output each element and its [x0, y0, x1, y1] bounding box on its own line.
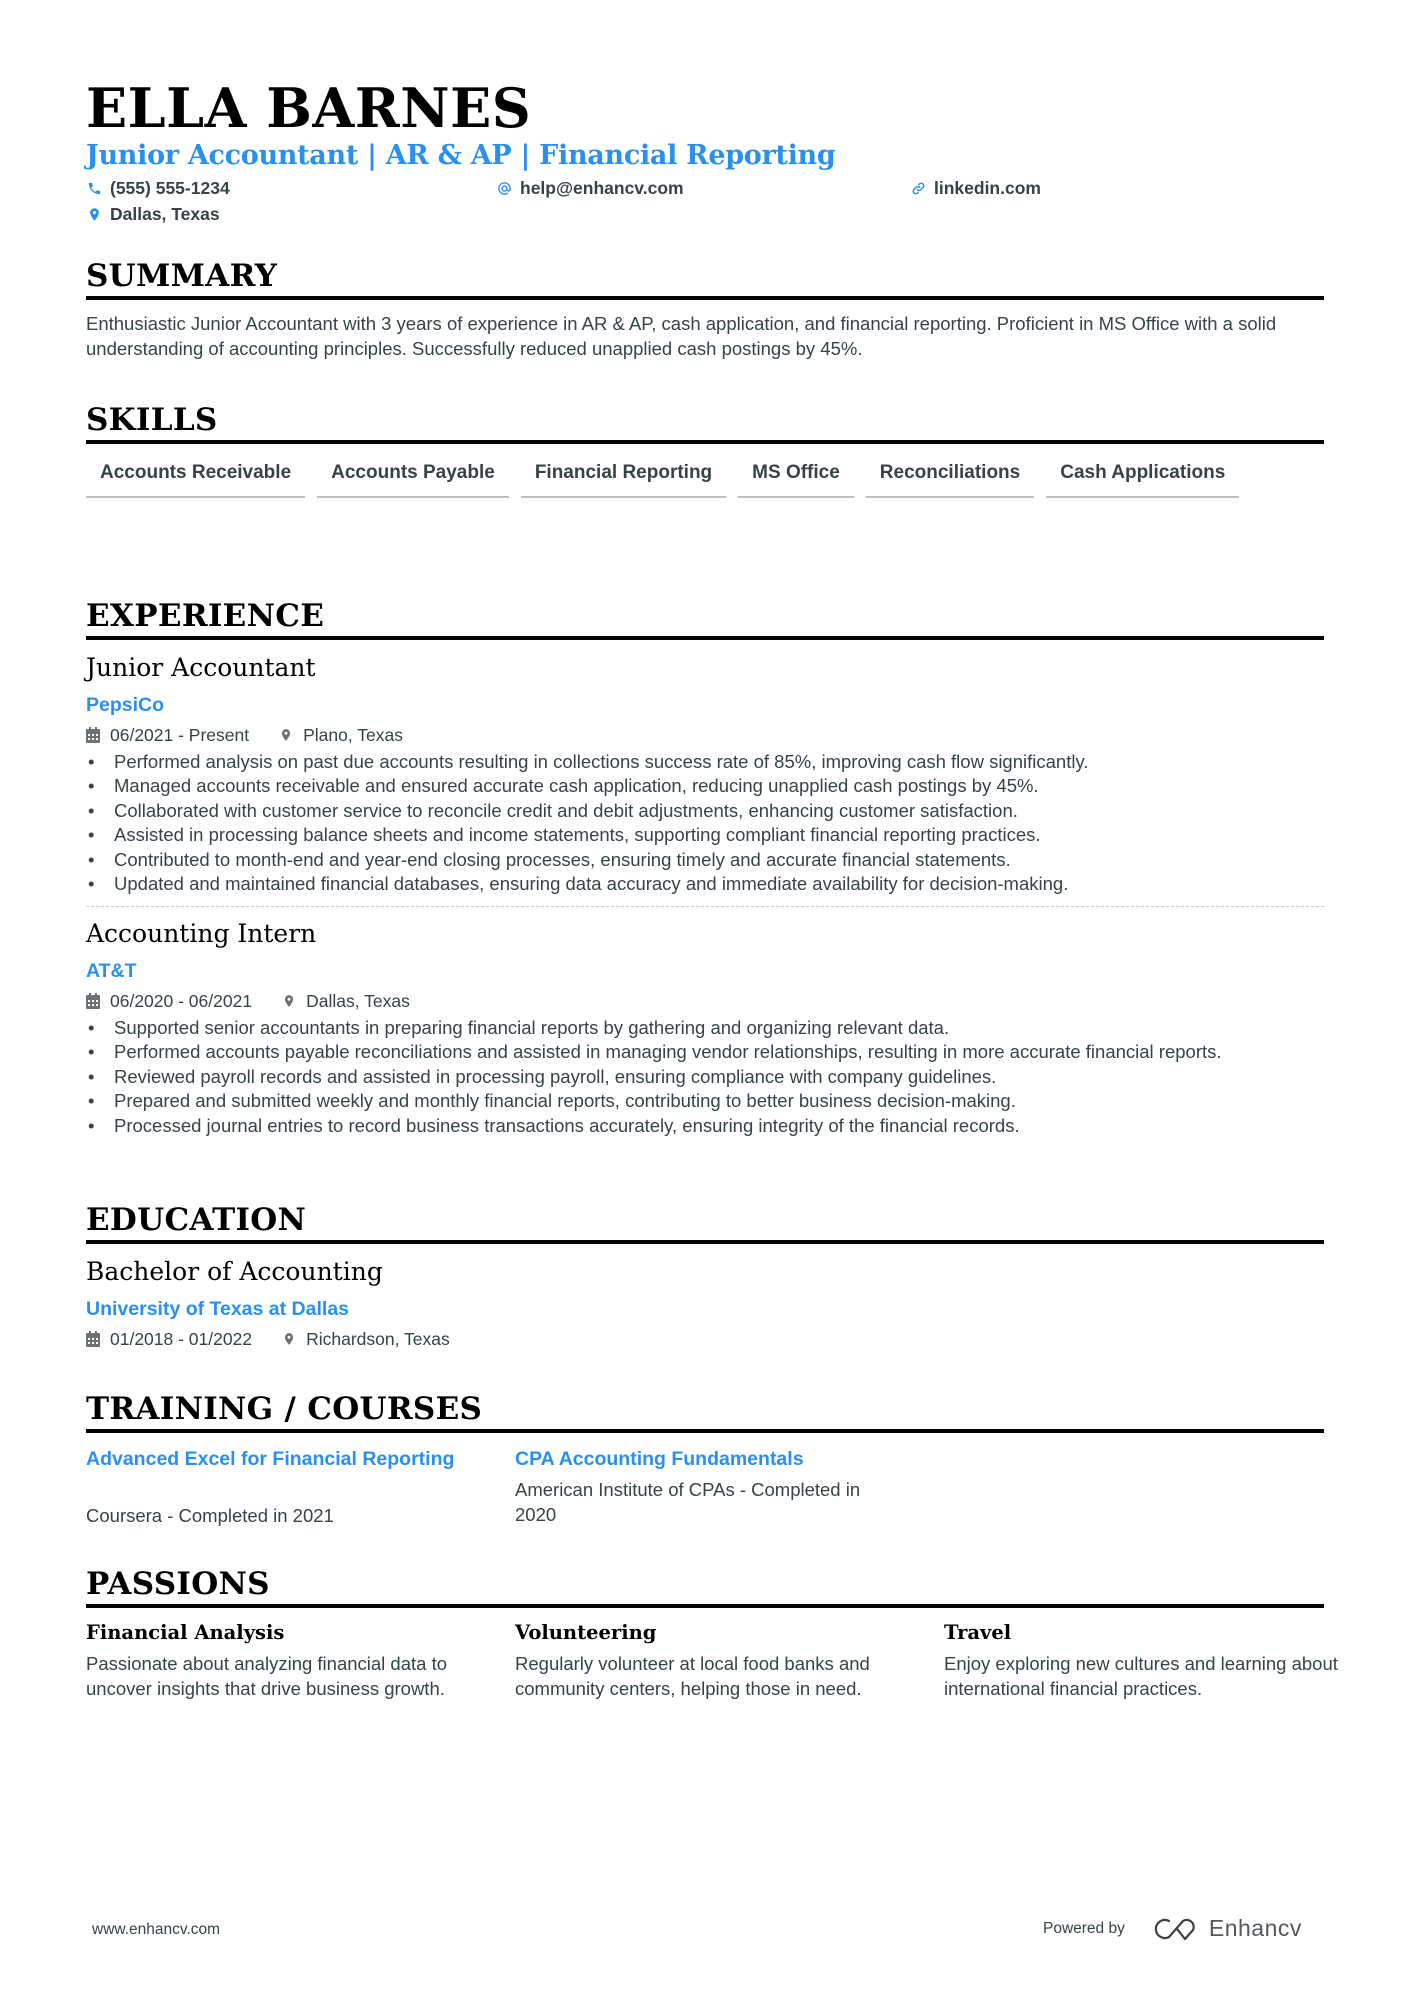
contact-link[interactable]: linkedin.com [910, 177, 1041, 199]
course-title: Advanced Excel for Financial Reporting [86, 1448, 455, 1470]
job-dates: 06/2020 - 06/2021 [110, 991, 253, 1011]
location-pin-icon [282, 993, 296, 1009]
job-title: Accounting Intern [86, 919, 317, 948]
bullet-item: Collaborated with customer service to re… [86, 799, 1324, 824]
bullet-item: Reviewed payroll records and assisted in… [86, 1065, 1324, 1090]
entry-divider [86, 906, 1324, 907]
section-heading-training: TRAINING / COURSES [86, 1391, 1324, 1433]
contact-location: Dallas, Texas [86, 203, 220, 225]
passion-desc: Passionate about analyzing financial dat… [86, 1653, 448, 1699]
course-desc: American Institute of CPAs - Completed i… [515, 1479, 861, 1525]
education-dates: 01/2018 - 01/2022 [110, 1329, 253, 1349]
skill-tag: Financial Reporting [520, 458, 727, 498]
candidate-name: ELLA BARNES [86, 76, 532, 140]
bullet-item: Managed accounts receivable and ensured … [86, 774, 1324, 799]
job-bullets: Performed analysis on past due accounts … [86, 750, 1324, 897]
bullet-item: Processed journal entries to record busi… [86, 1114, 1324, 1139]
phone-icon [86, 180, 102, 196]
section-heading-experience: EXPERIENCE [86, 598, 1324, 640]
education-meta: 01/2018 - 01/2022 Richardson, Texas [86, 1328, 450, 1350]
at-icon [496, 180, 512, 196]
contact-email[interactable]: help@enhancv.com [496, 177, 684, 199]
bullet-item: Assisted in processing balance sheets an… [86, 823, 1324, 848]
job-meta: 06/2021 - Present Plano, Texas [86, 724, 403, 746]
skill-tag: Reconciliations [865, 458, 1035, 498]
calendar-icon [86, 993, 100, 1009]
location-pin-icon [282, 1331, 296, 1347]
skill-tag: Cash Applications [1046, 458, 1240, 498]
job-title: Junior Accountant [86, 653, 316, 682]
location-value: Dallas, Texas [110, 204, 220, 224]
job-dates: 06/2021 - Present [110, 725, 250, 745]
section-heading-summary: SUMMARY [86, 258, 1324, 300]
bullet-item: Contributed to month-end and year-end cl… [86, 848, 1324, 873]
degree-title: Bachelor of Accounting [86, 1257, 383, 1286]
powered-by-label: Powered by [1043, 1919, 1125, 1937]
footer-website[interactable]: www.enhancv.com [92, 1921, 220, 1939]
email-value: help@enhancv.com [520, 178, 684, 198]
footer-powered-by[interactable]: Powered by Enhancv [1043, 1915, 1302, 1942]
company-name[interactable]: PepsiCo [86, 692, 164, 718]
bullet-item: Performed accounts payable reconciliatio… [86, 1040, 1324, 1065]
skill-tag: Accounts Receivable [86, 458, 306, 498]
bullet-item: Updated and maintained financial databas… [86, 872, 1324, 897]
passion-desc: Regularly volunteer at local food banks … [515, 1653, 870, 1699]
candidate-headline: Junior Accountant | AR & AP | Financial … [86, 140, 836, 171]
passion-title: Travel [944, 1621, 1012, 1644]
section-heading-education: EDUCATION [86, 1202, 1324, 1244]
job-location: Dallas, Texas [306, 991, 410, 1011]
skill-tag: Accounts Payable [317, 458, 509, 498]
calendar-icon [86, 727, 100, 743]
job-location: Plano, Texas [303, 725, 404, 745]
contact-phone: (555) 555-1234 [86, 177, 230, 199]
section-heading-skills: SKILLS [86, 402, 1324, 444]
bullet-item: Prepared and submitted weekly and monthl… [86, 1089, 1324, 1114]
section-heading-passions: PASSIONS [86, 1566, 1324, 1608]
company-name[interactable]: AT&T [86, 958, 137, 984]
course-desc: Coursera - Completed in 2021 [86, 1505, 334, 1526]
job-bullets: Supported senior accountants in preparin… [86, 1016, 1324, 1138]
bullet-item: Performed analysis on past due accounts … [86, 750, 1324, 775]
education-location: Richardson, Texas [306, 1329, 450, 1349]
phone-value: (555) 555-1234 [110, 178, 230, 198]
job-meta: 06/2020 - 06/2021 Dallas, Texas [86, 990, 410, 1012]
link-value: linkedin.com [934, 178, 1041, 198]
enhancv-logo-icon [1153, 1916, 1201, 1942]
skills-list: Accounts Receivable Accounts Payable Fin… [86, 458, 1324, 498]
summary-text: Enthusiastic Junior Accountant with 3 ye… [86, 313, 1277, 359]
passion-title: Volunteering [515, 1621, 657, 1644]
bullet-item: Supported senior accountants in preparin… [86, 1016, 1324, 1041]
school-name[interactable]: University of Texas at Dallas [86, 1296, 349, 1322]
course-title: CPA Accounting Fundamentals [515, 1448, 804, 1470]
brand-name: Enhancv [1208, 1915, 1302, 1941]
passion-desc: Enjoy exploring new cultures and learnin… [944, 1653, 1338, 1699]
passion-title: Financial Analysis [86, 1621, 285, 1644]
skill-tag: MS Office [738, 458, 854, 498]
location-pin-icon [86, 206, 102, 222]
location-pin-icon [279, 727, 293, 743]
link-icon [910, 180, 926, 196]
calendar-icon [86, 1331, 100, 1347]
